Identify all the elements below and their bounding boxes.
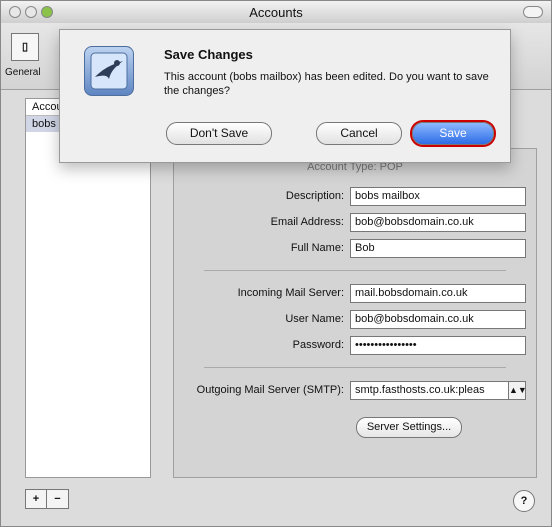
account-add-remove-controls: + −	[25, 489, 69, 509]
accounts-window: Accounts ▯ General Accounts bobs mailbox…	[0, 0, 552, 527]
smtp-server-value: smtp.fasthosts.co.uk:pleas	[355, 384, 485, 396]
toolbar-toggle-pill[interactable]	[523, 6, 543, 18]
account-form: Account Type: POP Description: bobs mail…	[173, 148, 537, 478]
username-row: User Name: bob@bobsdomain.co.uk	[174, 310, 536, 330]
description-field[interactable]: bobs mailbox	[350, 187, 526, 206]
incoming-label: Incoming Mail Server:	[237, 287, 344, 299]
separator-2	[204, 367, 506, 368]
eagle-stamp-icon	[90, 52, 128, 90]
email-row: Email Address: bob@bobsdomain.co.uk	[174, 213, 536, 233]
username-field[interactable]: bob@bobsdomain.co.uk	[350, 310, 526, 329]
mail-app-icon	[84, 46, 134, 96]
separator-1	[204, 270, 506, 271]
general-icon[interactable]: ▯	[11, 33, 39, 61]
full-name-label: Full Name:	[290, 242, 344, 254]
username-label: User Name:	[285, 313, 344, 325]
add-account-button[interactable]: +	[26, 490, 47, 508]
dialog-message: This account (bobs mailbox) has been edi…	[164, 71, 489, 97]
password-row: Password: ••••••••••••••••	[174, 336, 536, 356]
save-button[interactable]: Save	[412, 122, 494, 145]
window-title: Accounts	[249, 5, 303, 20]
general-label[interactable]: General	[5, 67, 41, 78]
server-settings-button[interactable]: Server Settings...	[356, 417, 462, 438]
smtp-label: Outgoing Mail Server (SMTP):	[196, 384, 344, 396]
dialog-title: Save Changes	[164, 47, 253, 62]
title-bar: Accounts	[1, 1, 551, 24]
cancel-button[interactable]: Cancel	[316, 122, 402, 145]
save-changes-sheet: Save Changes This account (bobs mailbox)…	[59, 29, 511, 163]
help-button[interactable]: ?	[513, 490, 535, 512]
description-label: Description:	[285, 190, 344, 202]
description-row: Description: bobs mailbox	[174, 187, 536, 207]
email-field[interactable]: bob@bobsdomain.co.uk	[350, 213, 526, 232]
password-label: Password:	[292, 339, 344, 351]
incoming-row: Incoming Mail Server: mail.bobsdomain.co…	[174, 284, 536, 304]
smtp-row: Outgoing Mail Server (SMTP): smtp.fastho…	[174, 381, 536, 438]
smtp-server-select[interactable]: smtp.fasthosts.co.uk:pleas ▲▼	[350, 381, 526, 400]
email-label: Email Address:	[270, 216, 344, 228]
full-name-row: Full Name: Bob	[174, 239, 536, 259]
full-name-field[interactable]: Bob	[350, 239, 526, 258]
remove-account-button[interactable]: −	[47, 490, 68, 508]
incoming-server-field[interactable]: mail.bobsdomain.co.uk	[350, 284, 526, 303]
select-arrows-icon: ▲▼	[508, 382, 525, 399]
password-field[interactable]: ••••••••••••••••	[350, 336, 526, 355]
dont-save-button[interactable]: Don't Save	[166, 122, 272, 145]
